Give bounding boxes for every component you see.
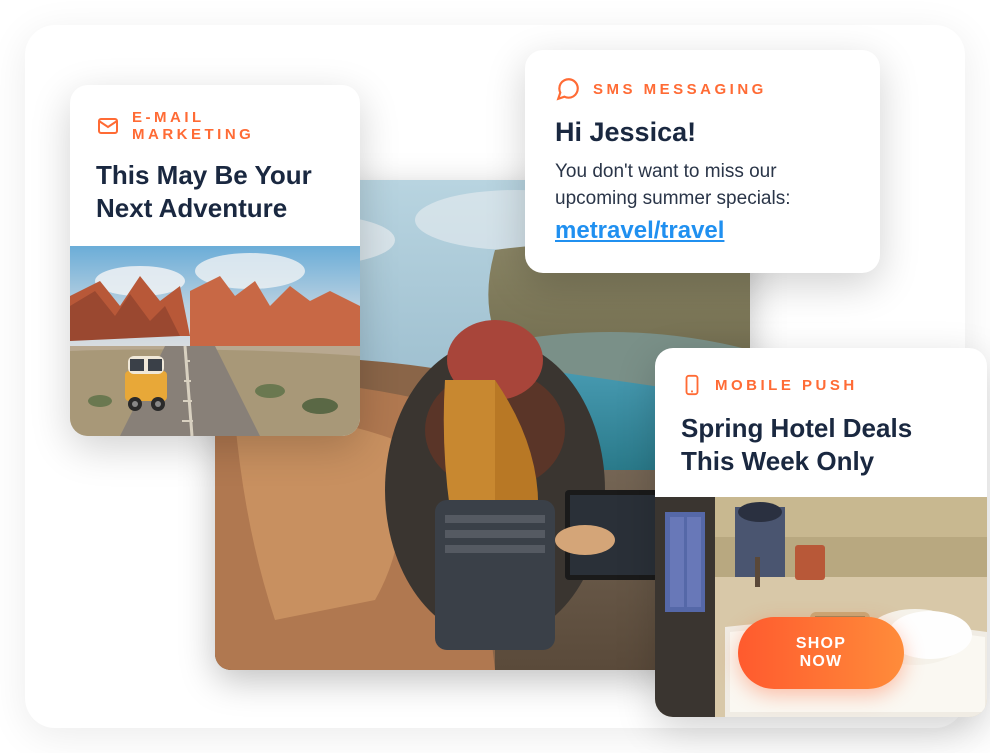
mobile-icon	[681, 372, 703, 398]
marketing-showcase-container: E-MAIL MARKETING This May Be Your Next A…	[25, 25, 965, 728]
mobile-card-title: Spring Hotel Deals This Week Only	[655, 398, 987, 497]
mobile-push-card: MOBILE PUSH Spring Hotel Deals This Week…	[655, 348, 987, 717]
email-card-title: This May Be Your Next Adventure	[70, 143, 360, 246]
card-header: MOBILE PUSH	[655, 348, 987, 398]
email-card-image	[70, 246, 360, 436]
email-card-label: E-MAIL MARKETING	[132, 109, 334, 143]
card-header: E-MAIL MARKETING	[70, 85, 360, 143]
email-marketing-card: E-MAIL MARKETING This May Be Your Next A…	[70, 85, 360, 436]
shop-now-button[interactable]: SHOP NOW	[738, 617, 904, 689]
chat-icon	[555, 76, 581, 102]
sms-card-title: Hi Jessica!	[555, 102, 850, 158]
email-icon	[96, 114, 120, 138]
mobile-card-image: SHOP NOW	[655, 497, 987, 717]
sms-card-body: You don't want to miss our upcoming summ…	[555, 158, 850, 217]
sms-card-label: SMS MESSAGING	[593, 81, 767, 98]
sms-messaging-card: SMS MESSAGING Hi Jessica! You don't want…	[525, 50, 880, 273]
sms-card-link[interactable]: metravel/travel	[555, 217, 724, 244]
card-header: SMS MESSAGING	[555, 76, 850, 102]
mobile-card-label: MOBILE PUSH	[715, 377, 858, 394]
